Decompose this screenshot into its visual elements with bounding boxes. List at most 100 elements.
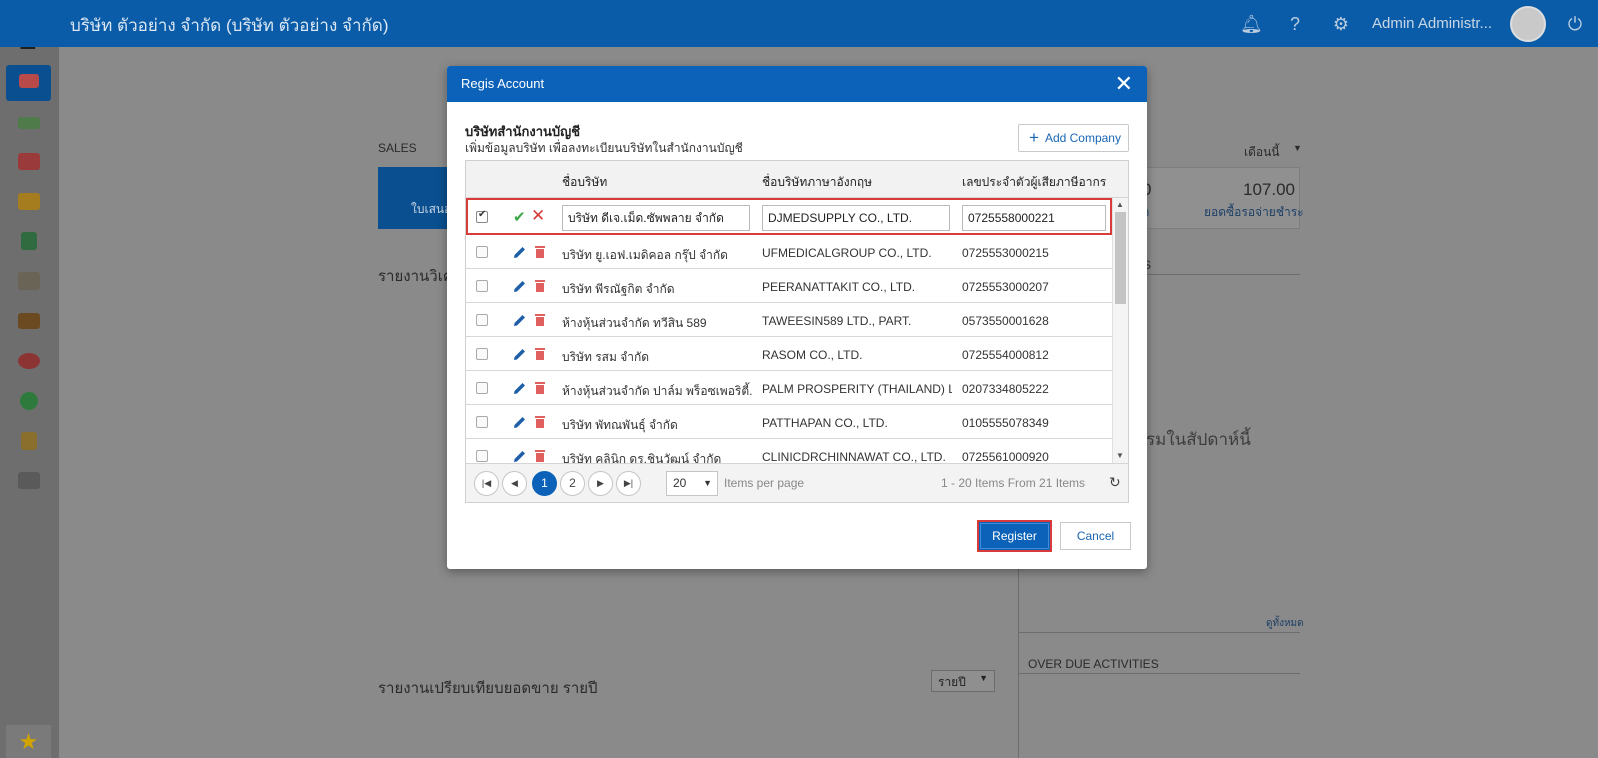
- transfer-icon[interactable]: [21, 432, 37, 450]
- delete-trash-icon[interactable]: [534, 347, 546, 361]
- delete-trash-icon[interactable]: [534, 279, 546, 293]
- regis-account-dialog: Regis Account ✕ บริษัทสำนักงานบัญชี เพิ่…: [447, 66, 1147, 569]
- refresh-icon[interactable]: ↻: [1109, 474, 1121, 491]
- edit-pencil-icon[interactable]: [513, 347, 527, 361]
- name-th-input[interactable]: [562, 205, 750, 231]
- table-row[interactable]: บริษัท ยู.เอฟ.เมดิคอล กรุ๊ป จำกัด UFMEDI…: [466, 235, 1112, 269]
- row-checkbox[interactable]: [476, 450, 488, 462]
- pager: |◀ ◀ 1 2 ▶ ▶| 20 ▼ Items per page 1 - 20 …: [466, 463, 1128, 502]
- dashboard-icon: [19, 74, 39, 88]
- gear-icon[interactable]: ⚙: [1330, 13, 1352, 35]
- register-button[interactable]: Register: [977, 520, 1052, 552]
- row-checkbox[interactable]: [476, 246, 488, 258]
- add-company-label: Add Company: [1044, 131, 1121, 145]
- company-grid: ชื่อบริษัท ชื่อบริษัทภาษาอังกฤษ เลขประจำ…: [465, 160, 1129, 503]
- table-row[interactable]: บริษัท พีรณัฐกิต จำกัด PEERANATTAKIT CO.…: [466, 269, 1112, 303]
- avatar[interactable]: [1510, 6, 1546, 42]
- cancel-x-icon[interactable]: ✕: [531, 206, 545, 226]
- prev-page-icon[interactable]: ◀: [502, 471, 527, 496]
- user-name[interactable]: Admin Administr...: [1372, 15, 1492, 32]
- last-page-icon[interactable]: ▶|: [616, 471, 641, 496]
- page-size-select[interactable]: 20 ▼: [666, 471, 718, 496]
- favorites-star-icon[interactable]: ★: [6, 725, 51, 758]
- page-size-value: 20: [673, 476, 687, 490]
- save-check-icon[interactable]: ✔: [513, 208, 526, 226]
- row-checkbox[interactable]: [476, 280, 488, 292]
- metric-value: 107.00: [1243, 180, 1295, 199]
- delete-trash-icon[interactable]: [534, 245, 546, 259]
- table-row[interactable]: บริษัท รสม จำกัด RASOM CO., LTD. 0725554…: [466, 337, 1112, 371]
- cell-name-th: บริษัท รสม จำกัด: [562, 350, 650, 364]
- scrollbar-thumb[interactable]: [1115, 212, 1126, 304]
- plus-icon: +: [1029, 128, 1039, 147]
- grid-scrollbar[interactable]: ▲ ▼: [1112, 198, 1128, 463]
- help-icon[interactable]: ?: [1284, 13, 1306, 35]
- table-row[interactable]: บริษัท พัทณพันธุ์ จำกัด PATTHAPAN CO., L…: [466, 405, 1112, 439]
- next-page-icon[interactable]: ▶: [588, 471, 613, 496]
- book-icon[interactable]: [21, 232, 37, 250]
- row-checkbox[interactable]: [476, 209, 488, 223]
- page-2-button[interactable]: 2: [560, 471, 585, 496]
- year-filter-select[interactable]: รายปี ▼: [931, 670, 995, 692]
- add-company-button[interactable]: + Add Company: [1018, 124, 1129, 152]
- cell-name-en: UFMEDICALGROUP CO., LTD.: [762, 246, 932, 260]
- delete-trash-icon[interactable]: [534, 449, 546, 463]
- table-row[interactable]: ห้างหุ้นส่วนจำกัด ปาล์ม พร็อซเพอริตี้...…: [466, 371, 1112, 405]
- tax-id-input[interactable]: [962, 205, 1106, 231]
- cell-tax-id: 0573550001628: [962, 314, 1049, 328]
- person-icon[interactable]: [18, 353, 40, 369]
- row-checkbox[interactable]: [476, 416, 488, 428]
- cell-tax-id: 0207334805222: [962, 382, 1049, 396]
- chevron-down-icon[interactable]: ▼: [1293, 143, 1302, 153]
- edit-pencil-icon[interactable]: [513, 415, 527, 429]
- money-icon[interactable]: [18, 117, 40, 129]
- delete-trash-icon[interactable]: [534, 381, 546, 395]
- register-label: Register: [992, 529, 1037, 543]
- cell-name-th: บริษัท ยู.เอฟ.เมดิคอล กรุ๊ป จำกัด: [562, 248, 728, 262]
- column-header-name-th[interactable]: ชื่อบริษัท: [562, 173, 607, 192]
- edit-pencil-icon[interactable]: [513, 313, 527, 327]
- bank-icon[interactable]: [18, 272, 40, 290]
- close-icon[interactable]: ✕: [1115, 71, 1133, 97]
- sales-card[interactable]: [378, 167, 448, 229]
- first-page-icon[interactable]: |◀: [474, 471, 499, 496]
- sales-label: SALES: [378, 141, 417, 155]
- box-icon[interactable]: [18, 193, 40, 210]
- pager-summary: 1 - 20 Items From 21 Items: [941, 476, 1086, 490]
- edit-pencil-icon[interactable]: [513, 381, 527, 395]
- year-filter-value: รายปี: [938, 675, 966, 689]
- cell-name-en: PALM PROSPERITY (THAILAND) L...: [762, 382, 952, 396]
- delete-trash-icon[interactable]: [534, 313, 546, 327]
- name-en-input[interactable]: [762, 205, 950, 231]
- column-header-tax-id[interactable]: เลขประจำตัวผู้เสียภาษีอากร: [962, 173, 1106, 192]
- row-checkbox[interactable]: [476, 382, 488, 394]
- month-filter[interactable]: เดือนนี้: [1244, 143, 1280, 162]
- edit-pencil-icon[interactable]: [513, 279, 527, 293]
- wallet-icon[interactable]: [18, 313, 40, 329]
- tools-icon[interactable]: [18, 472, 40, 489]
- row-checkbox[interactable]: [476, 314, 488, 326]
- cancel-button[interactable]: Cancel: [1060, 522, 1131, 550]
- bell-icon[interactable]: 🔔︎: [1240, 13, 1263, 35]
- dialog-title: Regis Account: [461, 76, 545, 91]
- row-checkbox[interactable]: [476, 348, 488, 360]
- edit-pencil-icon[interactable]: [513, 245, 527, 259]
- check-icon[interactable]: [20, 392, 38, 410]
- grid-header: ชื่อบริษัท ชื่อบริษัทภาษาอังกฤษ เลขประจำ…: [466, 161, 1128, 198]
- column-header-name-en[interactable]: ชื่อบริษัทภาษาอังกฤษ: [762, 173, 872, 192]
- overdue-title: OVER DUE ACTIVITIES: [1028, 657, 1159, 671]
- table-row[interactable]: บริษัท คลินิก ดร.ชินวัฒน์ จำกัด CLINICDR…: [466, 439, 1112, 463]
- page-1-button[interactable]: 1: [532, 471, 557, 496]
- scroll-up-icon[interactable]: ▲: [1116, 200, 1124, 209]
- cart-icon[interactable]: [18, 153, 40, 170]
- divider: [1018, 632, 1300, 633]
- delete-trash-icon[interactable]: [534, 415, 546, 429]
- grid-body: ✔ ✕ บริษัท ยู.เอฟ.เมดิคอล กรุ๊ป จำกัด UF…: [466, 198, 1112, 463]
- table-row[interactable]: ห้างหุ้นส่วนจำกัด ทวีสิน 589 TAWEESIN589…: [466, 303, 1112, 337]
- yearly-report-title: รายงานเปรียบเทียบยอดขาย รายปี: [378, 680, 598, 697]
- view-all-link[interactable]: ดูทั้งหมด: [1266, 616, 1304, 631]
- sales-card-label: ใบเสนอ: [411, 202, 452, 216]
- edit-pencil-icon[interactable]: [513, 449, 527, 463]
- scroll-down-icon[interactable]: ▼: [1116, 451, 1124, 460]
- power-icon[interactable]: ⏻: [1564, 13, 1586, 35]
